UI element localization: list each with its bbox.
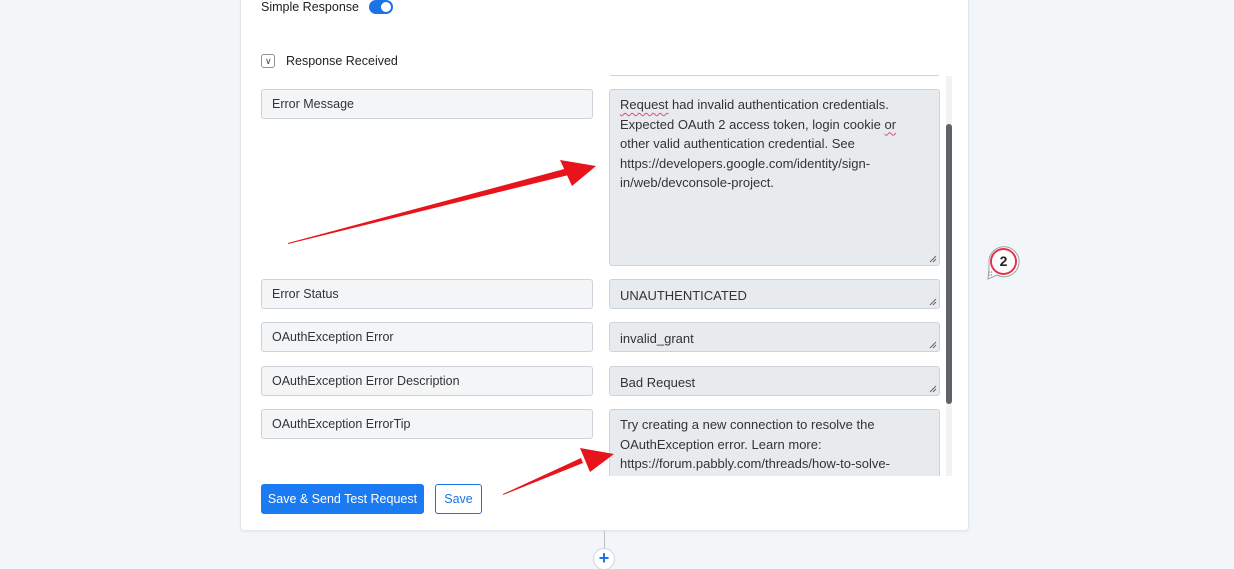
simple-response-label: Simple Response [261, 0, 359, 14]
toggle-knob [380, 2, 391, 12]
divider [610, 75, 939, 76]
resize-handle-icon[interactable] [929, 255, 937, 263]
response-value-field[interactable]: Bad Request [609, 366, 940, 396]
add-step-button[interactable]: + [593, 548, 615, 569]
resize-handle-icon[interactable] [929, 341, 937, 349]
response-received-checkbox[interactable]: ∨ [261, 54, 275, 68]
response-value-text: Bad Request [620, 375, 696, 390]
resize-handle-icon[interactable] [929, 298, 937, 306]
scrollbar-thumb[interactable] [946, 124, 952, 404]
response-key-field[interactable]: OAuthException ErrorTip [261, 409, 593, 439]
resize-handle-icon[interactable] [929, 385, 937, 393]
step-badge[interactable]: 2 [985, 244, 1023, 280]
response-received-label: Response Received [286, 54, 398, 68]
simple-response-toggle[interactable] [368, 0, 393, 14]
save-send-test-request-button[interactable]: Save & Send Test Request [261, 484, 424, 514]
simple-response-row: Simple Response [261, 0, 393, 14]
response-key-field[interactable]: Error Message [261, 89, 593, 119]
response-value-text: invalid_grant [620, 331, 694, 346]
response-value-text: UNAUTHENTICATED [620, 288, 747, 303]
response-key-field[interactable]: OAuthException Error Description [261, 366, 593, 396]
response-value-field[interactable]: Try creating a new connection to resolve… [609, 409, 940, 476]
response-value-text: Request [620, 97, 669, 112]
response-value-text: other valid authentication credential. S… [620, 136, 871, 190]
response-value-text: Try creating a new connection to resolve… [620, 417, 890, 471]
response-value-field[interactable]: Request had invalid authentication crede… [609, 89, 940, 266]
connector-line [604, 531, 605, 549]
response-key-field[interactable]: OAuthException Error [261, 322, 593, 352]
step-number: 2 [990, 248, 1017, 275]
response-key-field[interactable]: Error Status [261, 279, 593, 309]
response-received-row[interactable]: ∨ Response Received [261, 54, 398, 68]
chevron-down-icon: ∨ [265, 56, 272, 66]
response-value-text: or [884, 116, 897, 132]
save-button[interactable]: Save [435, 484, 482, 514]
response-value-field[interactable]: invalid_grant [609, 322, 940, 352]
response-value-field[interactable]: UNAUTHENTICATED [609, 279, 940, 309]
